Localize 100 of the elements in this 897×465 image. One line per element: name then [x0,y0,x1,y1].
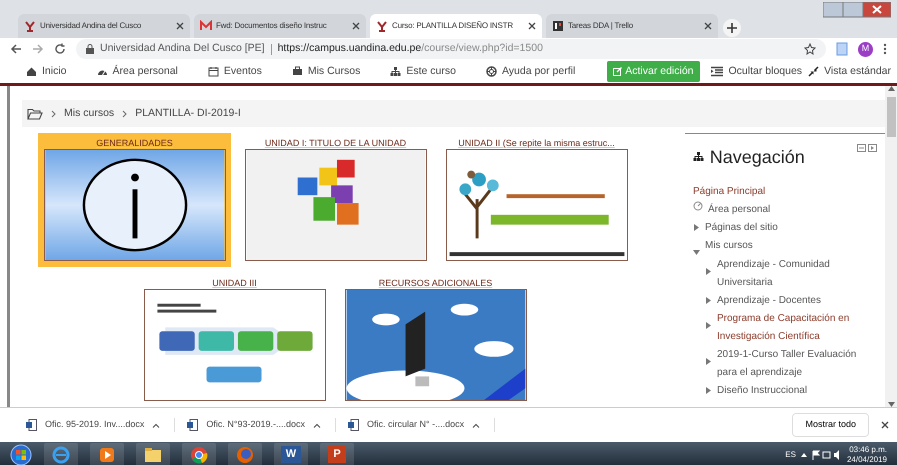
info-icon [44,149,226,261]
url-text: https://campus.uandina.edu.pe/course/view.php?id=1500 [278,41,543,56]
start-button-icon[interactable] [10,444,32,465]
sitemap-icon [390,66,402,77]
course-tile[interactable]: GENERALIDADES [38,133,231,267]
browser-tab[interactable]: Curso: PLANTILLA DISEÑO INSTR [370,14,542,38]
document-icon [26,419,37,431]
browser-tab[interactable]: Fwd: Documentos diseño Instruc [194,14,366,38]
nav-tree-item[interactable]: 2019-1-Curso Taller Evaluación para el aprendizaje [693,346,877,382]
site-name: Universidad Andina Del Cusco [PE] [100,41,265,56]
new-tab-icon[interactable] [722,18,742,38]
document-icon [187,419,198,431]
taskbar-app[interactable] [182,443,216,465]
course-tile[interactable]: RECURSOS ADICIONALES [339,273,532,407]
lifebuoy-icon [486,66,497,77]
tray-icons-drawing[interactable] [801,450,842,460]
scroll-up-icon[interactable] [888,86,894,91]
gauge-icon [693,201,703,211]
chevron-up-icon [152,422,160,428]
address-bar[interactable]: Universidad Andina Del Cusco [PE] https://campus.uandina.edu.pe/course/view.php?id=1500 [76,39,826,59]
crest-icon [24,20,36,32]
calendar-icon [208,66,219,77]
caret-right-icon [705,358,712,365]
close-icon[interactable] [528,22,536,30]
list-icon [710,66,724,77]
nav-link[interactable]: Eventos [208,64,262,80]
chevron-up-icon [472,422,480,428]
course-tile[interactable]: UNIDAD I: TITULO DE LA UNIDAD [239,133,432,267]
standard-view-link[interactable]: Vista estándar [808,64,891,80]
close-icon[interactable] [352,22,360,30]
scrollbar-thumb[interactable] [886,97,896,137]
block-controls-icon[interactable] [857,144,877,152]
nav-tree-item[interactable]: Área personal [693,201,877,219]
document-icon[interactable] [836,42,848,56]
lock-icon [86,44,94,54]
nav-tree-item[interactable]: Aprendizaje - Docentes [693,292,877,310]
caret-down-icon [693,249,700,256]
nav-tree-item[interactable]: Diseño Instruccional [693,382,877,400]
nav-link[interactable]: Este curso [390,64,456,80]
breadcrumb-link[interactable]: Mis cursos [64,106,114,122]
close-icon[interactable] [704,22,712,30]
caret-right-icon [705,322,712,329]
taskbar-app[interactable] [136,443,170,465]
caret-right-icon [705,268,712,275]
folder-icon[interactable] [27,108,43,120]
back-icon[interactable] [10,43,22,55]
chevron-right-icon [51,110,56,118]
nav-link[interactable]: Mis Cursos [292,64,360,80]
profile-avatar[interactable]: M [858,42,873,56]
briefcase-icon [292,66,303,77]
tile-title[interactable]: UNIDAD III [144,277,325,289]
document-icon [348,419,360,431]
download-item[interactable]: Ofic. N°93-2019.-....docx [187,418,336,432]
course-tile[interactable]: UNIDAD III [138,273,331,407]
window-controls-icon[interactable] [823,2,891,18]
show-all-button[interactable]: Mostrar todo [792,413,869,437]
taskbar-app[interactable]: P [320,443,354,465]
nav-tree-item[interactable]: Programa de Capacitación en Investigación Científica [693,310,877,346]
tile-title[interactable]: UNIDAD II (Se repite la misma estruc... [446,137,627,149]
home-icon [26,66,37,77]
download-item[interactable]: Ofic. circular N° -....docx [348,418,496,432]
browser-icon [189,444,209,464]
download-item[interactable]: Ofic. 95-2019. Inv....docx [26,418,176,432]
browser-tab[interactable]: Universidad Andina del Cusco [18,14,190,38]
reload-icon[interactable] [54,43,66,55]
clock-time[interactable]: 03:46 p.m. [849,444,887,454]
clock-date[interactable]: 24/04/2019 [846,454,887,464]
crest-icon [376,20,388,32]
board-icon [552,20,564,32]
hide-blocks-link[interactable]: Ocultar bloques [710,64,802,80]
nav-tree-item[interactable]: Páginas del sitio [693,219,877,237]
tile-title[interactable]: RECURSOS ADICIONALES [345,277,526,289]
nav-tree-item[interactable]: Aprendizaje - Comunidad Universitaria [693,256,877,292]
pencil-square-icon [613,67,622,76]
course-tile[interactable]: UNIDAD II (Se repite la misma estruc... [440,133,633,267]
nav-tree-item[interactable]: Página Principal [693,183,877,201]
close-icon[interactable] [176,22,184,30]
nav-link[interactable]: Inicio [26,64,67,80]
tile-title[interactable]: GENERALIDADES [44,137,225,149]
taskbar-app[interactable] [90,443,124,465]
nav-tree-item[interactable]: Mis cursos [693,237,877,256]
caret-right-icon [705,297,712,304]
block-title: Navegación [710,146,805,169]
browser-icon [51,444,71,464]
more-icon[interactable] [883,43,887,55]
browser-icon [235,444,255,464]
breadcrumb-link[interactable]: PLANTILLA- DI-2019-I [135,106,241,122]
chevron-right-icon [122,110,128,118]
taskbar-app[interactable]: W [274,443,308,465]
chevron-up-icon [313,422,322,428]
language-indicator[interactable]: ES [785,448,796,460]
browser-tab[interactable]: Tareas DDA | Trello [546,14,718,38]
compress-arrows-icon [808,66,820,77]
envelope-icon [200,20,212,32]
tile-title[interactable]: UNIDAD I: TITULO DE LA UNIDAD [245,137,426,149]
nav-link[interactable]: Área personal [96,64,178,80]
nav-link[interactable]: Ayuda por perfil [486,64,576,80]
star-icon[interactable] [804,43,816,55]
caret-right-icon [705,387,712,394]
close-icon[interactable] [881,421,889,429]
